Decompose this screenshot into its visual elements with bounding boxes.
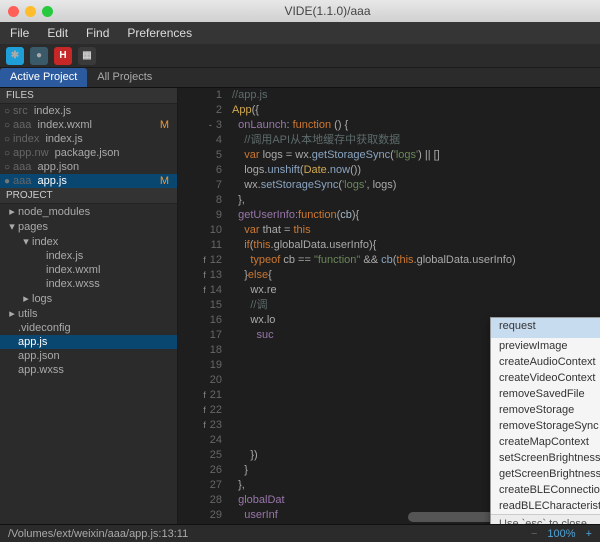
tab-all-projects[interactable]: All Projects [87, 68, 162, 87]
menubar: File Edit Find Preferences [0, 22, 600, 44]
qr-icon[interactable]: ▦ [78, 47, 96, 65]
line-gutter: 12-34567891011f12f13f14151617181920f21f2… [178, 88, 228, 524]
autocomplete-item[interactable]: setScreenBrightness [491, 450, 600, 466]
tree-item[interactable]: ▾pages [0, 219, 177, 234]
autocomplete-item[interactable]: createVideoContext [491, 370, 600, 386]
tree-item[interactable]: ▾index [0, 234, 177, 249]
tree-item[interactable]: app.json [0, 349, 177, 363]
tree-item[interactable]: ▸utils [0, 306, 177, 321]
autocomplete-item[interactable]: getScreenBrightness [491, 466, 600, 482]
toolbar: ✱ ● H ▦ [0, 44, 600, 68]
autocomplete-footer: Use `esc` to close [491, 514, 600, 524]
zoom-out-button[interactable]: − [531, 528, 537, 540]
window-title: VIDE(1.1.0)/aaa [63, 4, 592, 18]
autocomplete-item[interactable]: createBLEConnection [491, 482, 600, 498]
file-item[interactable]: ○app.nw package.json [0, 146, 177, 160]
files-header: FILES [0, 88, 177, 104]
autocomplete-popup[interactable]: request发送请求previewImagecreateAudioContex… [490, 317, 600, 524]
project-header: PROJECT [0, 188, 177, 204]
titlebar: VIDE(1.1.0)/aaa [0, 0, 600, 22]
autocomplete-item[interactable]: request发送请求 [491, 318, 600, 338]
autocomplete-item[interactable]: createAudioContext [491, 354, 600, 370]
tree-item[interactable]: index.wxss [0, 277, 177, 291]
tree-item[interactable]: app.js [0, 335, 177, 349]
file-item[interactable]: ○aaa index.wxml [0, 118, 177, 132]
file-item[interactable]: ○src index.js [0, 104, 177, 118]
sidebar: FILES ○src index.js○aaa index.wxml○index… [0, 88, 178, 524]
autocomplete-item[interactable]: removeSavedFile [491, 386, 600, 402]
tab-active-project[interactable]: Active Project [0, 68, 87, 87]
menu-edit[interactable]: Edit [47, 26, 68, 40]
tree-item[interactable]: index.js [0, 249, 177, 263]
toolbar-icon-1[interactable]: ✱ [6, 47, 24, 65]
autocomplete-item[interactable]: removeStorageSync [491, 418, 600, 434]
autocomplete-item[interactable]: previewImage [491, 338, 600, 354]
tree-item[interactable]: ▸node_modules [0, 204, 177, 219]
tree-item[interactable]: index.wxml [0, 263, 177, 277]
zoom-level[interactable]: 100% [547, 528, 575, 540]
maximize-icon[interactable] [42, 6, 53, 17]
window-controls [8, 6, 53, 17]
autocomplete-item[interactable]: readBLECharacteristicValue [491, 498, 600, 514]
minimize-icon[interactable] [25, 6, 36, 17]
file-item[interactable]: ●aaa app.js [0, 174, 177, 188]
autocomplete-item[interactable]: removeStorage [491, 402, 600, 418]
toolbar-icon-h[interactable]: H [54, 47, 72, 65]
tree-item[interactable]: .videconfig [0, 321, 177, 335]
tree-item[interactable]: ▸logs [0, 291, 177, 306]
toolbar-icon-2[interactable]: ● [30, 47, 48, 65]
menu-file[interactable]: File [10, 26, 29, 40]
file-item[interactable]: ○index index.js [0, 132, 177, 146]
autocomplete-item[interactable]: createMapContext [491, 434, 600, 450]
tree-item[interactable]: app.wxss [0, 363, 177, 377]
project-tabs: Active Project All Projects [0, 68, 600, 88]
statusbar: /Volumes/ext/weixin/aaa/app.js:13:11 − 1… [0, 524, 600, 542]
menu-preferences[interactable]: Preferences [127, 26, 192, 40]
status-path: /Volumes/ext/weixin/aaa/app.js:13:11 [8, 528, 188, 540]
zoom-in-button[interactable]: + [586, 528, 592, 540]
code-editor[interactable]: 12-34567891011f12f13f14151617181920f21f2… [178, 88, 600, 524]
menu-find[interactable]: Find [86, 26, 109, 40]
file-item[interactable]: ○aaa app.json [0, 160, 177, 174]
close-icon[interactable] [8, 6, 19, 17]
